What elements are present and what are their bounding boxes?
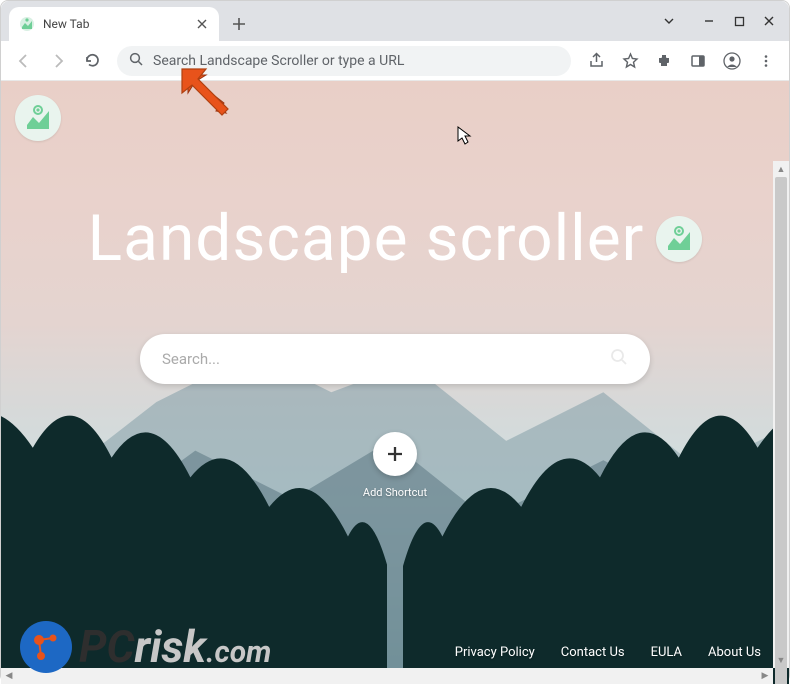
search-bar[interactable] <box>140 334 650 384</box>
omnibox-input[interactable] <box>153 53 559 69</box>
back-button[interactable] <box>9 46 39 76</box>
bookmark-icon[interactable] <box>615 46 645 76</box>
search-icon[interactable] <box>610 348 628 370</box>
logo-badge-corner[interactable] <box>15 95 61 141</box>
minimize-button[interactable] <box>695 7 723 35</box>
scroll-thumb[interactable] <box>775 177 787 684</box>
scroll-left-icon[interactable]: ◀ <box>1 668 17 684</box>
new-tab-button[interactable] <box>225 10 253 38</box>
page-content: Landscape scroller Add Shortcut Privacy … <box>1 81 789 684</box>
add-shortcut-button[interactable] <box>373 432 417 476</box>
footer-link-privacy[interactable]: Privacy Policy <box>455 645 535 660</box>
search-input[interactable] <box>162 350 610 368</box>
scroll-down-icon[interactable]: ▼ <box>773 652 789 668</box>
forward-button[interactable] <box>43 46 73 76</box>
browser-toolbar <box>1 41 789 81</box>
hero-section: Landscape scroller Add Shortcut <box>1 201 789 499</box>
share-icon[interactable] <box>581 46 611 76</box>
close-window-button[interactable] <box>755 7 783 35</box>
footer-link-eula[interactable]: EULA <box>651 645 682 660</box>
horizontal-scrollbar[interactable]: ◀ ▶ <box>1 668 773 684</box>
footer-link-about[interactable]: About Us <box>708 645 761 660</box>
chevron-down-icon[interactable] <box>655 7 683 35</box>
hero-title: Landscape scroller <box>88 201 645 276</box>
add-shortcut-label: Add Shortcut <box>363 486 427 499</box>
window-controls <box>655 1 783 41</box>
scroll-up-icon[interactable]: ▲ <box>773 161 789 177</box>
tab-title: New Tab <box>43 17 187 31</box>
scroll-right-icon[interactable]: ▶ <box>757 668 773 684</box>
vertical-scrollbar[interactable]: ▲ ▼ <box>773 161 789 668</box>
menu-icon[interactable] <box>751 46 781 76</box>
omnibox[interactable] <box>117 46 571 76</box>
profile-icon[interactable] <box>717 46 747 76</box>
favicon-icon <box>19 16 35 32</box>
browser-titlebar: New Tab <box>1 1 789 41</box>
footer-links: Privacy Policy Contact Us EULA About Us <box>455 645 761 660</box>
browser-tab[interactable]: New Tab <box>9 7 219 41</box>
sidepanel-icon[interactable] <box>683 46 713 76</box>
tab-close-button[interactable] <box>195 17 209 31</box>
logo-badge-hero <box>656 216 702 262</box>
add-shortcut-section: Add Shortcut <box>363 432 427 499</box>
extensions-icon[interactable] <box>649 46 679 76</box>
footer-link-contact[interactable]: Contact Us <box>561 645 625 660</box>
search-icon <box>129 51 143 70</box>
reload-button[interactable] <box>77 46 107 76</box>
maximize-button[interactable] <box>725 7 753 35</box>
